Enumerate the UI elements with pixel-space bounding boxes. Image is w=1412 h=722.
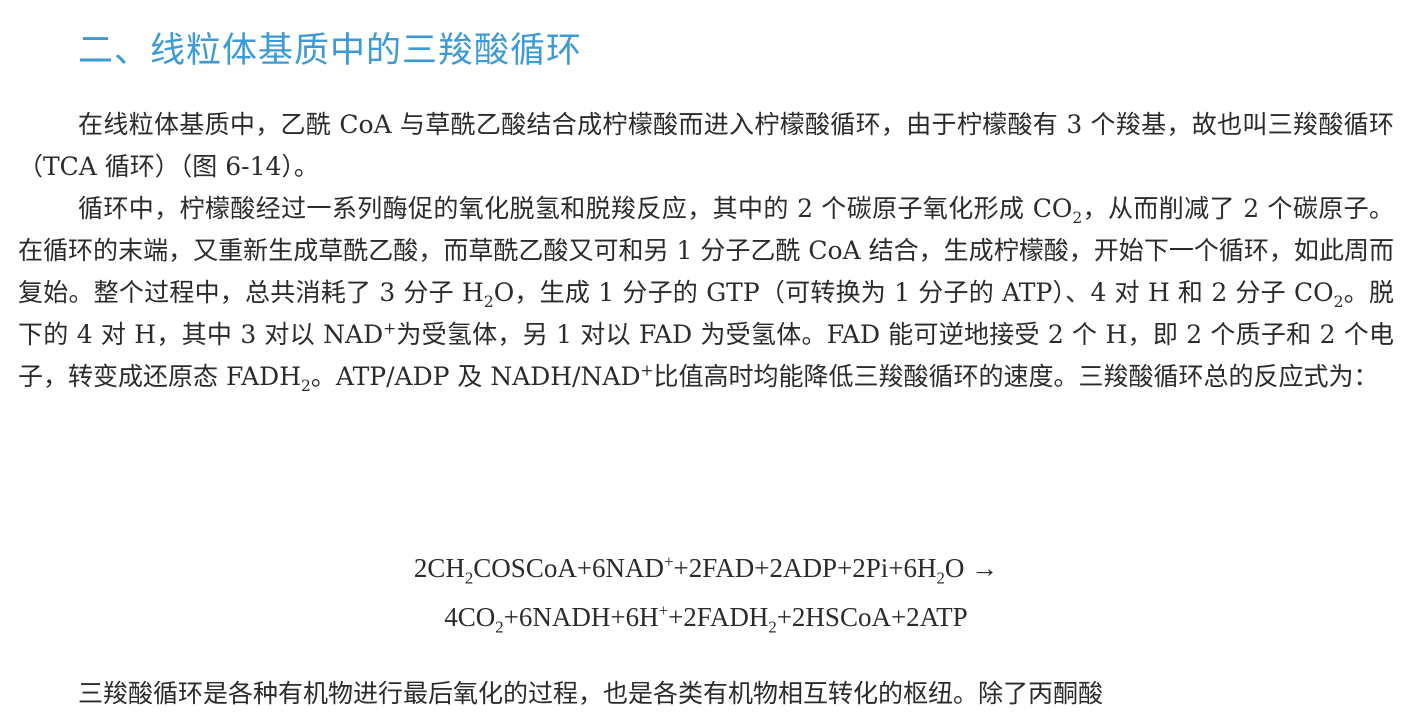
equation-line-1: 2CH2COSCoA+6NAD++2FAD+2ADP+2Pi+6H2O →	[413, 552, 999, 588]
reaction-equation: 2CH2COSCoA+6NAD++2FAD+2ADP+2Pi+6H2O → 4C…	[0, 544, 1412, 642]
paragraph-1: 在线粒体基质中，乙酰 CoA 与草酰乙酸结合成柠檬酸而进入柠檬酸循环，由于柠檬酸…	[18, 110, 1394, 181]
paragraph-2: 循环中，柠檬酸经过一系列酶促的氧化脱氢和脱羧反应，其中的 2 个碳原子氧化形成 …	[18, 194, 1394, 395]
body-text: 在线粒体基质中，乙酰 CoA 与草酰乙酸结合成柠檬酸而进入柠檬酸循环，由于柠檬酸…	[18, 104, 1394, 398]
equation-line-2: 4CO2+6NADH+6H++2FADH2+2HSCoA+2ATP	[444, 601, 968, 637]
section-heading: 二、线粒体基质中的三羧酸循环	[78, 31, 583, 71]
paragraph-3: 三羧酸循环是各种有机物进行最后氧化的过程，也是各类有机物相互转化的枢纽。除了丙酮…	[78, 679, 1104, 708]
